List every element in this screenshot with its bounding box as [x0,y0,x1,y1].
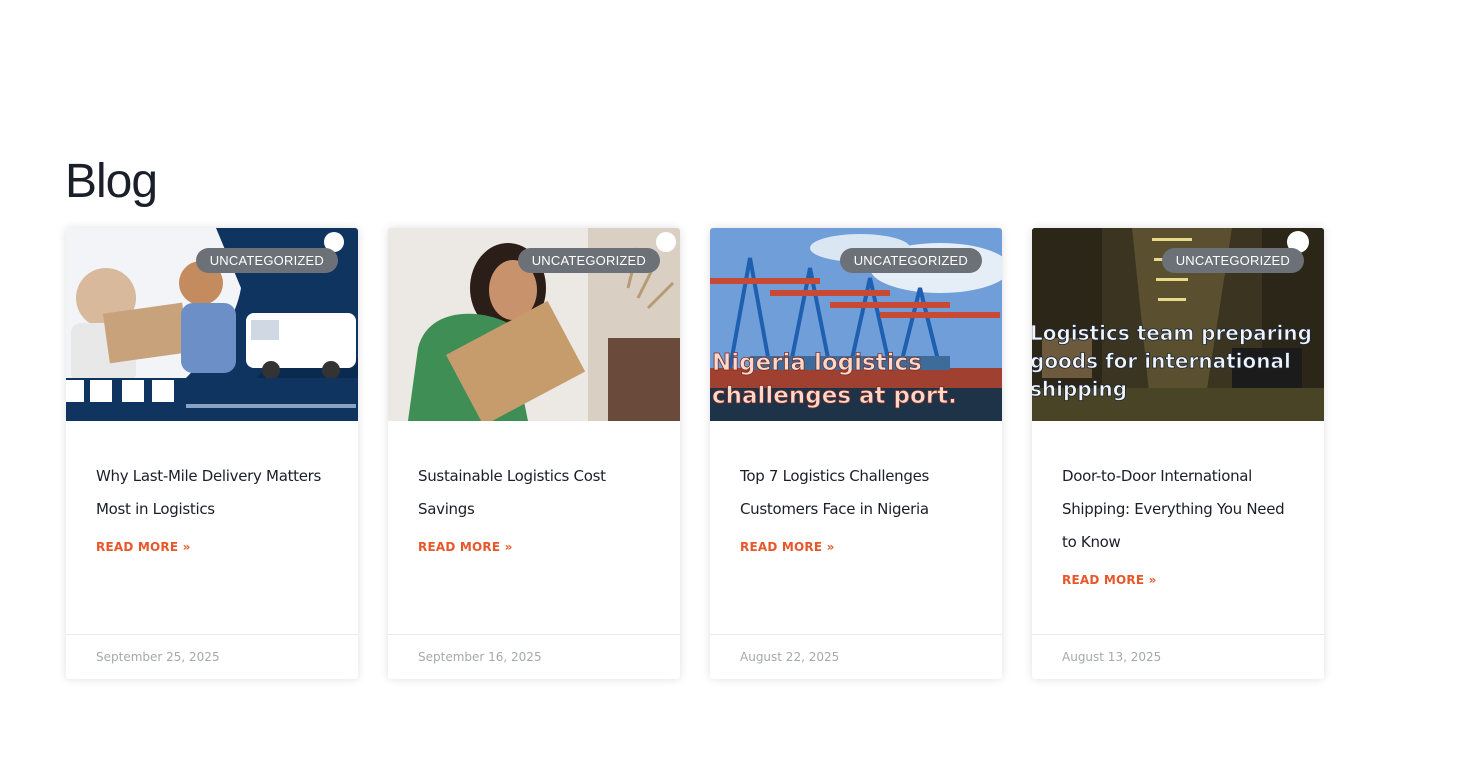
page-title: Blog [65,155,158,208]
post-footer: August 22, 2025 [710,634,1002,679]
read-more-link[interactable]: READ MORE » [96,540,191,554]
post-card[interactable]: Nigeria logistics challenges at port. UN… [710,228,1002,679]
image-overlay-line: challenges at port. [712,383,957,409]
post-thumbnail[interactable]: Logistics team preparing goods for inter… [1032,228,1324,421]
read-more-link[interactable]: READ MORE » [740,540,835,554]
post-date: September 25, 2025 [96,650,220,664]
image-overlay-line: shipping [1032,377,1127,401]
post-footer: September 16, 2025 [388,634,680,679]
post-date: September 16, 2025 [418,650,542,664]
post-footer: August 13, 2025 [1032,634,1324,679]
post-content: Sustainable Logistics Cost Savings READ … [418,460,658,556]
read-more-link[interactable]: READ MORE » [1062,573,1157,587]
post-title[interactable]: Why Last-Mile Delivery Matters Most in L… [96,460,336,526]
post-card[interactable]: Logistics team preparing goods for inter… [1032,228,1324,679]
category-badge[interactable]: UNCATEGORIZED [195,248,338,273]
post-date: August 22, 2025 [740,650,840,664]
read-more-link[interactable]: READ MORE » [418,540,513,554]
post-content: Top 7 Logistics Challenges Customers Fac… [740,460,980,556]
image-overlay-line: goods for international [1032,349,1291,373]
post-title[interactable]: Top 7 Logistics Challenges Customers Fac… [740,460,980,526]
post-card[interactable]: UNCATEGORIZED Why Last-Mile Delivery Mat… [66,228,358,679]
post-card[interactable]: UNCATEGORIZED Sustainable Logistics Cost… [388,228,680,679]
post-title[interactable]: Sustainable Logistics Cost Savings [418,460,658,526]
post-date: August 13, 2025 [1062,650,1162,664]
post-content: Door-to-Door International Shipping: Eve… [1062,460,1302,589]
post-thumbnail[interactable]: Nigeria logistics challenges at port. UN… [710,228,1002,421]
image-overlay-line: Nigeria logistics [712,350,922,376]
blog-post-grid: UNCATEGORIZED Why Last-Mile Delivery Mat… [66,228,1324,679]
post-title[interactable]: Door-to-Door International Shipping: Eve… [1062,460,1302,559]
post-thumbnail[interactable]: UNCATEGORIZED [388,228,680,421]
post-thumbnail[interactable]: UNCATEGORIZED [66,228,358,421]
post-footer: September 25, 2025 [66,634,358,679]
category-badge[interactable]: UNCATEGORIZED [1161,248,1304,273]
category-badge[interactable]: UNCATEGORIZED [839,248,982,273]
post-content: Why Last-Mile Delivery Matters Most in L… [96,460,336,556]
category-badge[interactable]: UNCATEGORIZED [517,248,660,273]
image-overlay-line: Logistics team preparing [1032,321,1312,345]
